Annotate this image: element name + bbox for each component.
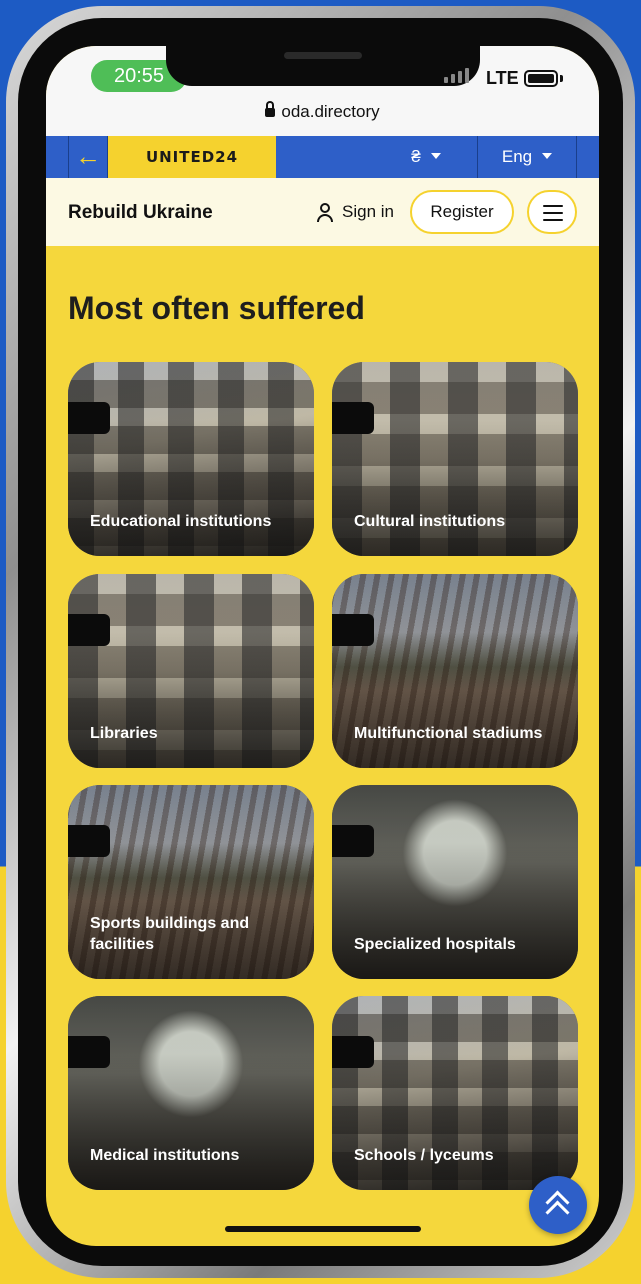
hamburger-icon[interactable] [527,190,577,234]
url-text: oda.directory [281,102,380,121]
card-badge [68,614,110,646]
category-card[interactable]: Medical institutions [68,996,314,1190]
category-card[interactable]: Libraries [68,574,314,768]
battery-icon [524,70,558,87]
category-card[interactable]: Schools / lyceums [332,996,578,1190]
card-badge [332,1036,374,1068]
card-badge [68,402,110,434]
network-type: LTE [486,68,519,88]
card-badge [332,825,374,857]
section-title: Most often suffered [68,290,365,326]
sign-in-link[interactable]: Sign in [316,202,394,222]
brand-title[interactable]: Rebuild Ukraine [68,202,213,224]
category-label: Cultural institutions [354,513,506,530]
status-bar: 20:55 LTE oda.directory [46,46,599,136]
united24-logo[interactable]: UNITED24 [108,136,276,178]
category-card[interactable]: Multifunctional stadiums [332,574,578,768]
category-label: Schools / lyceums [354,1147,494,1164]
card-badge [68,825,110,857]
chevron-down-icon [430,153,441,159]
sign-in-label: Sign in [342,202,394,221]
category-label: Medical institutions [90,1147,240,1164]
currency-select[interactable]: ₴ [376,136,476,178]
home-indicator[interactable] [225,1226,421,1232]
card-badge [68,1036,110,1068]
battery-tip [560,75,563,82]
site-header: Rebuild Ukraine Sign in Register [46,178,599,246]
speaker [284,52,362,59]
currency-value: ₴ [411,147,421,166]
card-badge [332,402,374,434]
category-label: Specialized hospitals [354,936,516,953]
signal-icon [444,68,469,83]
category-card[interactable]: Cultural institutions [332,362,578,556]
lock-icon [265,101,276,117]
category-label: Multifunctional stadiums [354,725,543,742]
category-label: Libraries [90,725,158,742]
category-label: Sports buildings and facilities [90,915,250,953]
user-icon [316,203,333,222]
url-bar[interactable]: oda.directory [46,101,599,122]
united24-bar: ← UNITED24 ₴ Eng [46,136,599,178]
phone-screen: 20:55 LTE oda.directory ← UNITED24 ₴ Eng… [46,46,599,1246]
category-label: Educational institutions [90,513,272,530]
register-button[interactable]: Register [410,190,514,234]
language-value: Eng [501,147,533,166]
category-card[interactable]: Sports buildings and facilities [68,785,314,979]
chevron-down-icon [542,153,553,159]
double-chevron-up-icon[interactable] [529,1176,587,1234]
notch [166,46,480,86]
category-card[interactable]: Educational institutions [68,362,314,556]
category-card[interactable]: Specialized hospitals [332,785,578,979]
language-select[interactable]: Eng [477,136,577,178]
arrow-left-icon[interactable]: ← [68,136,108,178]
card-badge [332,614,374,646]
